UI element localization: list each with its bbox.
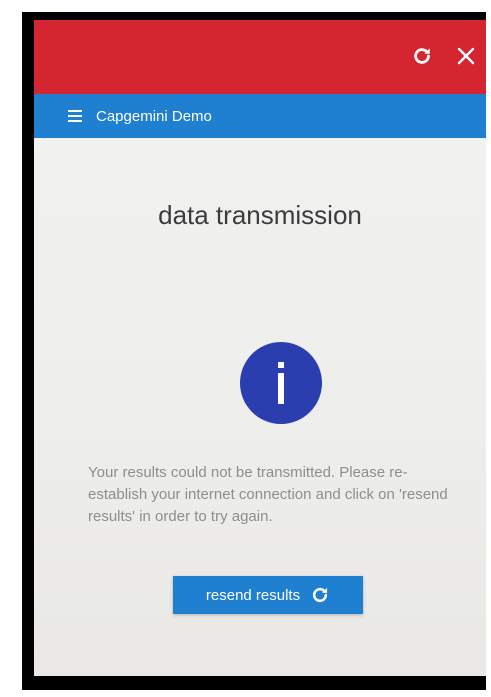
app-header: Capgemini Demo (34, 94, 486, 138)
reload-icon[interactable] (408, 42, 436, 70)
hamburger-menu-icon[interactable] (68, 110, 82, 122)
refresh-icon (310, 585, 330, 605)
device-frame: Capgemini Demo data transmission Your re… (22, 12, 486, 690)
error-message: Your results could not be transmitted. P… (88, 464, 448, 525)
info-glyph (278, 362, 284, 404)
reload-icon-graphic (414, 48, 430, 64)
resend-results-label: resend results (205, 586, 301, 604)
close-icon-graphic (457, 47, 475, 65)
resend-results-button[interactable]: resend results (173, 576, 363, 614)
info-icon (240, 342, 322, 424)
app-name: Capgemini Demo (96, 107, 212, 125)
app-screen: Capgemini Demo data transmission Your re… (34, 20, 486, 676)
window-titlebar (34, 20, 486, 94)
page-title: data transmission (158, 200, 362, 230)
close-icon[interactable] (452, 42, 480, 70)
